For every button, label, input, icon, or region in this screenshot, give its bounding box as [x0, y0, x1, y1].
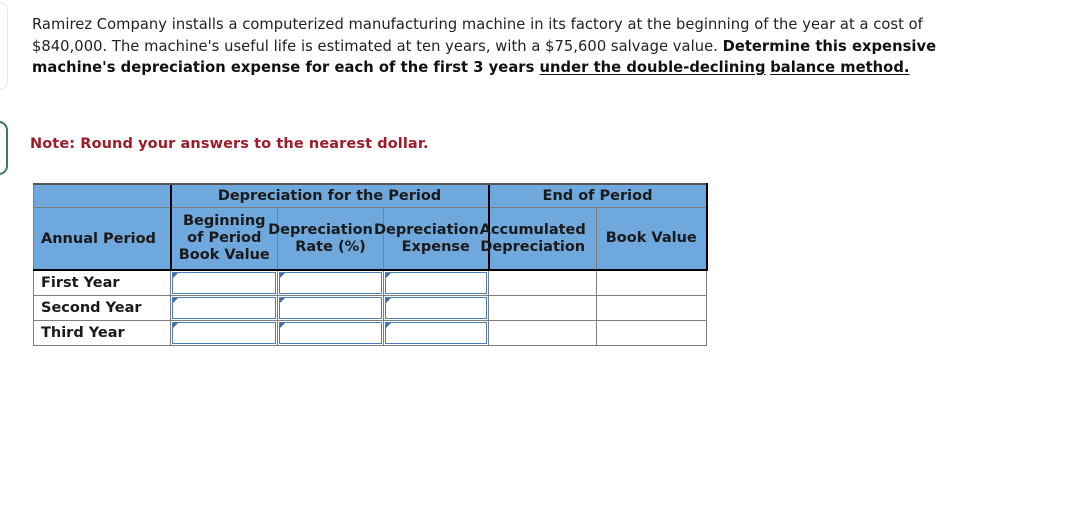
input-cell-depreciation-expense[interactable]	[383, 269, 489, 296]
problem-line-4-underline: balance method.	[770, 59, 910, 76]
depreciation-rate-input[interactable]	[279, 272, 382, 294]
input-cell-beginning-book-value[interactable]	[170, 295, 278, 321]
input-cell-depreciation-expense[interactable]	[383, 295, 489, 321]
beginning-book-value-line-3: Book Value	[178, 247, 270, 263]
row-label-third-year: Third Year	[33, 320, 171, 346]
depreciation-expense-line-2: Expense	[401, 238, 470, 255]
group-header-depreciation-for-period: Depreciation for the Period	[169, 183, 489, 208]
depreciation-expense-line-1: Depreciation	[374, 221, 479, 238]
table-row: Third Year	[33, 320, 707, 346]
cell-accumulated-depreciation	[488, 320, 597, 346]
group-header-end-of-period: End of Period	[487, 183, 708, 208]
depreciation-rate-line-2: Rate (%)	[295, 238, 366, 255]
group-header-blank	[33, 183, 171, 208]
outer-panel-edge	[0, 2, 8, 90]
table-row: First Year	[33, 269, 707, 296]
row-label-second-year: Second Year	[33, 295, 171, 321]
depreciation-schedule-table: Depreciation for the Period End of Perio…	[33, 183, 708, 346]
depreciation-rate-input[interactable]	[279, 297, 382, 319]
depreciation-rate-input[interactable]	[279, 322, 382, 344]
column-header-accumulated-depreciation: Accumulated Depreciation	[480, 207, 597, 271]
table-group-header-row: Depreciation for the Period End of Perio…	[33, 183, 708, 208]
cell-book-value	[596, 320, 707, 346]
beginning-book-value-input[interactable]	[172, 297, 276, 319]
cell-book-value	[596, 295, 707, 321]
cell-book-value	[596, 269, 707, 296]
column-header-depreciation-rate: Depreciation Rate (%)	[268, 207, 384, 271]
input-cell-beginning-book-value[interactable]	[170, 320, 278, 346]
input-cell-depreciation-rate[interactable]	[277, 269, 384, 296]
input-cell-depreciation-expense[interactable]	[383, 320, 489, 346]
input-cell-beginning-book-value[interactable]	[170, 269, 278, 296]
problem-line-1: Ramirez Company installs a computerized …	[32, 16, 904, 33]
note-panel-edge	[0, 121, 8, 175]
depreciation-rate-line-1: Depreciation	[268, 221, 373, 238]
problem-statement: Ramirez Company installs a computerized …	[32, 14, 972, 79]
depreciation-expense-input[interactable]	[385, 322, 487, 344]
column-header-depreciation-expense: Depreciation Expense	[374, 207, 489, 271]
accumulated-depreciation-line-1: Accumulated	[479, 221, 586, 238]
accumulated-depreciation-line-2: Depreciation	[480, 238, 586, 255]
column-header-book-value: Book Value	[596, 207, 708, 271]
cell-accumulated-depreciation	[488, 269, 597, 296]
depreciation-expense-input[interactable]	[385, 297, 487, 319]
beginning-book-value-input[interactable]	[172, 272, 276, 294]
beginning-book-value-input[interactable]	[172, 322, 276, 344]
table-row: Second Year	[33, 295, 707, 321]
row-label-first-year: First Year	[33, 269, 171, 296]
rounding-note: Note: Round your answers to the nearest …	[30, 136, 429, 152]
beginning-book-value-line-2: of Period	[187, 230, 262, 246]
problem-line-3-underline: under the double-declining	[539, 59, 766, 76]
column-header-beginning-book-value: Beginning of Period Book Value	[169, 207, 278, 271]
cell-accumulated-depreciation	[488, 295, 597, 321]
column-header-annual-period: Annual Period	[33, 207, 171, 271]
depreciation-expense-input[interactable]	[385, 272, 487, 294]
input-cell-depreciation-rate[interactable]	[277, 320, 384, 346]
input-cell-depreciation-rate[interactable]	[277, 295, 384, 321]
table-column-header-row: Annual Period Beginning of Period Book V…	[33, 207, 708, 271]
beginning-book-value-line-1: Beginning	[182, 213, 266, 229]
